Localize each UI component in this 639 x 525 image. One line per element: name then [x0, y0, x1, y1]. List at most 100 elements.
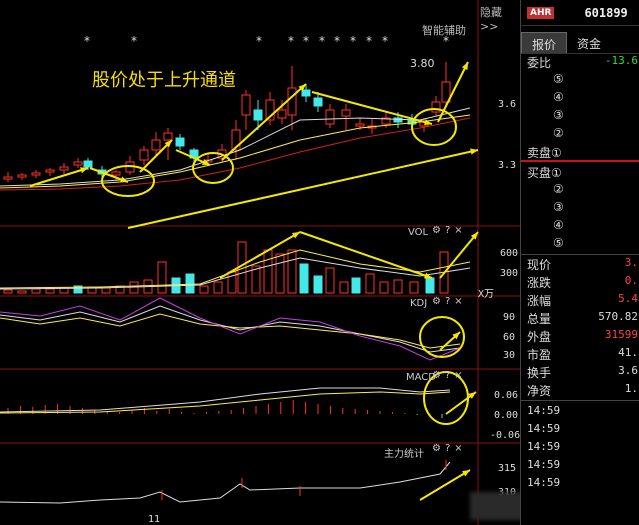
trend-arrow	[221, 83, 307, 161]
buy-level-1: 买盘①	[527, 166, 562, 180]
volume-bar	[339, 281, 349, 294]
close-icon[interactable]: ×	[454, 225, 462, 236]
panel-divider	[521, 254, 639, 255]
close-icon[interactable]: ×	[454, 443, 462, 454]
quote-row: 市盈 41.	[521, 346, 639, 364]
candle-body	[341, 109, 351, 117]
weibi-value: -13.6	[604, 54, 638, 67]
quote-row: 净资 1.	[521, 382, 639, 400]
candle-body	[139, 149, 149, 161]
kdj-j-line	[0, 297, 461, 361]
date-tick-label: 11	[148, 514, 161, 525]
candle-body	[241, 94, 251, 116]
tick-time: 14:59	[527, 476, 561, 489]
buy-level: ③	[553, 200, 564, 214]
quote-value: 3.	[624, 256, 638, 269]
vol-axis-label: 300	[500, 268, 519, 279]
help-icon[interactable]: ?	[445, 370, 450, 381]
candle-body	[301, 89, 311, 97]
macd-axis-label: -0.06	[490, 430, 521, 441]
macd-indicator-controls: ⚙? ×	[428, 370, 463, 381]
vol-indicator-controls: ⚙? ×	[428, 225, 463, 236]
kdj-k-line	[0, 305, 461, 353]
hide-label: 隐藏	[480, 6, 502, 19]
sell-level: ②	[553, 126, 564, 140]
panel-tabs: 报价 资金	[521, 32, 639, 54]
quote-panel: AHR 601899 报价 资金 委比 -13.6 ⑤ ④ ③ ② 卖盘① 买盘…	[520, 0, 639, 525]
quote-label: 涨幅	[527, 294, 552, 308]
quote-label: 换手	[527, 366, 552, 380]
candle-body	[175, 137, 185, 147]
candle-body	[151, 139, 161, 151]
volume-bar	[31, 288, 41, 294]
volume-bar	[3, 289, 13, 294]
kdj-indicator-label[interactable]: KDJ	[410, 298, 427, 309]
weibi-label: 委比	[527, 56, 552, 70]
volume-bar	[299, 263, 309, 294]
volume-bar	[409, 281, 419, 294]
candle-body	[3, 176, 13, 180]
tick-time: 14:59	[527, 458, 561, 471]
trend-arrow	[29, 167, 89, 187]
candle-body	[59, 166, 69, 171]
volume-bar	[275, 253, 285, 294]
channel-arrow	[127, 149, 479, 229]
quote-row: 外盘 31599	[521, 328, 639, 346]
volume-bar	[365, 273, 375, 294]
price-axis-label: 3.6	[498, 99, 517, 110]
candle-body	[111, 171, 121, 176]
signal-star: *	[382, 34, 388, 48]
candle-body	[45, 169, 55, 173]
main-force-indicator-controls: ⚙? ×	[428, 443, 463, 454]
quote-label: 现价	[527, 258, 552, 272]
gear-icon[interactable]: ⚙	[432, 370, 441, 381]
volume-bar	[101, 287, 111, 294]
orderbook-divider	[521, 160, 639, 162]
quote-row: 涨跌 0.	[521, 274, 639, 292]
help-icon[interactable]: ?	[445, 296, 450, 307]
market-badge[interactable]: AHR	[527, 6, 555, 19]
gear-icon[interactable]: ⚙	[432, 443, 441, 454]
volume-bar	[157, 261, 167, 294]
candle-body	[83, 160, 93, 168]
macd-dea-line	[0, 391, 451, 414]
gear-icon[interactable]: ⚙	[432, 296, 441, 307]
signal-star: *	[319, 34, 325, 48]
price-axis-label: 3.3	[498, 160, 517, 171]
close-icon[interactable]: ×	[454, 296, 462, 307]
vol-indicator-label[interactable]: VOL	[408, 227, 428, 238]
tab-quote[interactable]: 报价	[521, 32, 568, 53]
quote-value: 41.	[618, 346, 638, 359]
trend-arrow-head	[120, 176, 128, 183]
sell-level: ⑤	[553, 72, 564, 86]
close-icon[interactable]: ×	[454, 370, 462, 381]
quote-label: 总量	[527, 312, 552, 326]
candle-body	[325, 109, 335, 125]
buy-level: ⑤	[553, 236, 564, 250]
volume-bar	[393, 279, 403, 294]
annotation-title: 股价处于上升通道	[92, 70, 236, 91]
signal-star: *	[443, 34, 449, 48]
volume-bar	[199, 285, 209, 294]
volume-bar	[351, 277, 361, 294]
hide-arrow-icon: >>	[480, 20, 499, 33]
volume-bar	[17, 290, 27, 294]
kdj-axis-label: 60	[503, 332, 516, 343]
help-icon[interactable]: ?	[445, 225, 450, 236]
panel-divider	[521, 400, 639, 401]
hide-button[interactable]: 隐藏>>	[480, 4, 520, 33]
quote-label: 外盘	[527, 330, 552, 344]
volume-bar	[185, 273, 195, 294]
quote-value: 0.	[624, 274, 638, 287]
gear-icon[interactable]: ⚙	[432, 225, 441, 236]
signal-star-row: * * * * * * * * * * *	[0, 34, 480, 48]
chart-area[interactable]: 隐藏>> 智能辅助 * * * * * * * * * * * 股价处于上升通道…	[0, 0, 520, 525]
help-icon[interactable]: ?	[445, 443, 450, 454]
main-force-indicator-label[interactable]: 主力统计	[384, 445, 424, 460]
stock-code-row: AHR 601899	[521, 0, 639, 26]
candle-body	[313, 97, 323, 107]
kdj-d-line	[0, 313, 461, 349]
candle-body	[163, 132, 173, 141]
tab-funds[interactable]: 资金	[567, 32, 611, 53]
candle-body	[393, 117, 403, 123]
